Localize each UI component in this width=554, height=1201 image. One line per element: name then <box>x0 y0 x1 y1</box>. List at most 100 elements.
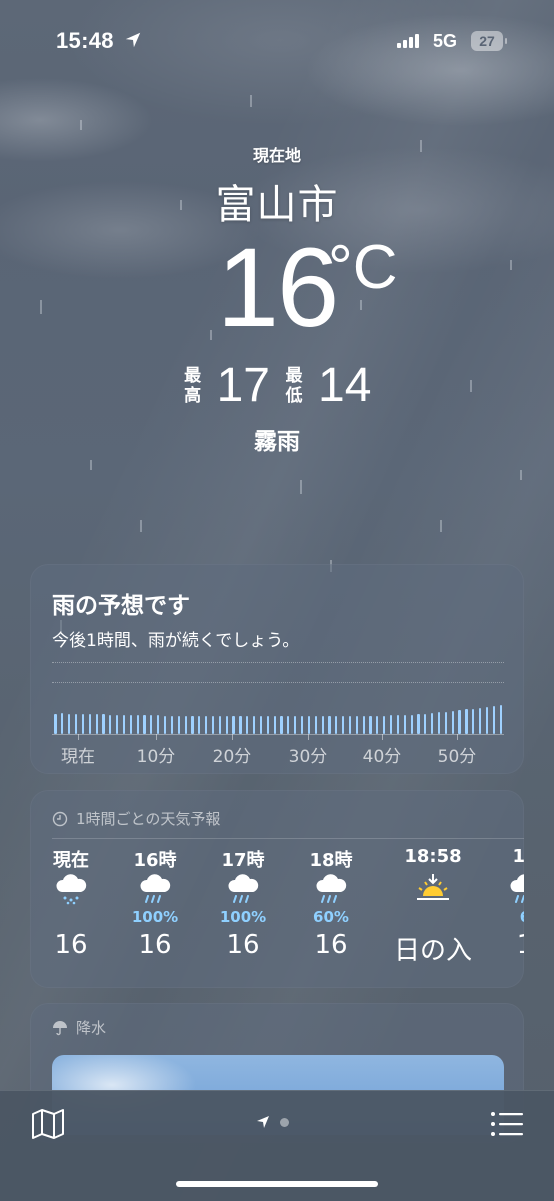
hourly-item[interactable]: 18:58 日の入 <box>388 842 478 982</box>
time-tick <box>382 734 383 740</box>
list-icon[interactable] <box>490 1109 524 1139</box>
location-arrow-icon[interactable] <box>256 1115 270 1129</box>
weather-condition: 霧雨 <box>254 429 300 455</box>
intensity-bar <box>74 713 78 734</box>
intensity-bar <box>437 712 441 734</box>
intensity-bar <box>273 715 276 734</box>
page-dot[interactable] <box>280 1117 289 1127</box>
intensity-bar <box>307 715 310 734</box>
intensity-bar <box>61 713 64 734</box>
intensity-bar <box>444 711 447 734</box>
intensity-bar <box>451 710 454 734</box>
hourly-time: 16時 <box>133 850 177 871</box>
intensity-bar <box>232 715 235 734</box>
intensity-bar <box>205 715 208 734</box>
intensity-gridline <box>52 662 504 663</box>
rain-forecast-subtitle: 今後1時間、雨が続くでしょう。 <box>52 631 300 651</box>
page-indicator[interactable] <box>256 1115 289 1129</box>
hourly-precipitation: 100% <box>219 908 267 926</box>
sunset-icon <box>415 872 451 906</box>
intensity-bar <box>492 705 495 734</box>
hourly-precipitation: 60% <box>313 908 349 926</box>
intensity-bar <box>211 715 215 734</box>
city-name: 富山市 <box>215 182 339 228</box>
intensity-bar <box>376 715 379 734</box>
time-tick <box>232 734 233 740</box>
map-icon[interactable] <box>30 1107 66 1141</box>
intensity-bar <box>88 713 91 734</box>
rain-drop <box>250 95 252 107</box>
intensity-bar <box>403 714 406 734</box>
time-axis-label: 50分 <box>437 747 477 767</box>
intensity-bar <box>335 715 338 734</box>
intensity-bar <box>485 706 489 734</box>
intensity-bar <box>184 715 187 734</box>
intensity-bar <box>150 715 153 734</box>
time-axis-label: 30分 <box>288 747 328 767</box>
rain-cloud-icon <box>313 872 349 906</box>
intensity-bar <box>136 714 139 734</box>
time-tick <box>457 734 458 740</box>
low-label: 最低 <box>285 366 303 406</box>
intensity-bar <box>218 715 221 734</box>
intensity-bar <box>424 713 427 734</box>
hourly-forecast-title: 1時間ごとの天気予報 <box>76 810 221 828</box>
rain-cloud-icon <box>137 872 173 906</box>
hourly-temperature: 16 <box>54 930 88 960</box>
network-type: 5G <box>433 31 458 51</box>
temperature-unit: °C <box>328 233 398 302</box>
battery-icon: 27 <box>471 31 507 51</box>
intensity-bar <box>383 715 386 734</box>
hourly-forecast-list[interactable]: 現在1616時100%1617時100%1618時60%1618:58日の入19… <box>30 842 524 982</box>
time-axis-labels: 現在 10分 20分 30分 40分 50分 <box>52 742 504 767</box>
hourly-item[interactable]: 現在 16 <box>30 842 116 982</box>
hourly-item[interactable]: 17時 100% 16 <box>198 842 288 982</box>
intensity-bar <box>479 707 482 734</box>
intensity-bar <box>116 714 119 734</box>
intensity-bar <box>246 715 249 734</box>
status-time: 15:48 <box>56 28 114 53</box>
rain-drop <box>80 120 82 130</box>
time-axis-label: 20分 <box>212 747 252 767</box>
home-indicator[interactable] <box>176 1181 378 1187</box>
hourly-time: 19 <box>512 846 524 867</box>
intensity-bar <box>396 715 400 734</box>
rain-drop <box>440 520 442 532</box>
intensity-bar <box>164 715 167 734</box>
hourly-temperature: 1 <box>480 930 524 960</box>
intensity-bar <box>355 715 358 734</box>
hourly-item[interactable]: 1961 <box>480 842 524 982</box>
time-axis-label: 現在 <box>61 747 95 767</box>
intensity-bar <box>266 715 269 734</box>
intensity-bar <box>410 714 413 734</box>
location-arrow-icon <box>125 32 141 48</box>
intensity-bar <box>68 713 71 734</box>
intensity-bar <box>390 715 393 734</box>
clock-icon <box>52 811 68 826</box>
hourly-time: 現在 <box>53 850 89 871</box>
hourly-time: 17時 <box>221 850 265 871</box>
hourly-item[interactable]: 18時 60% 16 <box>286 842 376 982</box>
intensity-bar <box>225 715 228 734</box>
weather-header: 現在地 富山市 16 °C <box>0 140 554 348</box>
intensity-bar <box>54 713 57 734</box>
current-temperature: 16 <box>216 225 340 350</box>
intensity-bar <box>342 715 345 734</box>
rain-forecast-title: 雨の予想です <box>52 593 190 619</box>
hourly-temperature: 16 <box>138 930 172 960</box>
intensity-bar <box>321 715 324 734</box>
current-temperature-row: 16 °C <box>0 228 554 348</box>
hourly-item[interactable]: 16時 100% 16 <box>110 842 200 982</box>
high-temperature: 17 <box>216 359 270 412</box>
intensity-bar <box>294 715 297 734</box>
intensity-bar <box>280 715 283 734</box>
intensity-bar <box>102 714 105 734</box>
hourly-forecast-card[interactable]: 1時間ごとの天気予報 現在 16 16時 100% 16 17時 100% 16 18時 60% 1… <box>30 790 524 988</box>
rain-cloud-icon <box>507 872 524 906</box>
hourly-divider <box>52 838 524 839</box>
umbrella-icon <box>53 1020 67 1035</box>
rain-drop <box>90 460 92 470</box>
intensity-bars <box>52 674 504 734</box>
rain-forecast-card[interactable]: 雨の予想です 今後1時間、雨が続くでしょう。 現在 10分 20分 30分 40分 50分 <box>30 564 524 774</box>
intensity-bar <box>109 714 112 734</box>
